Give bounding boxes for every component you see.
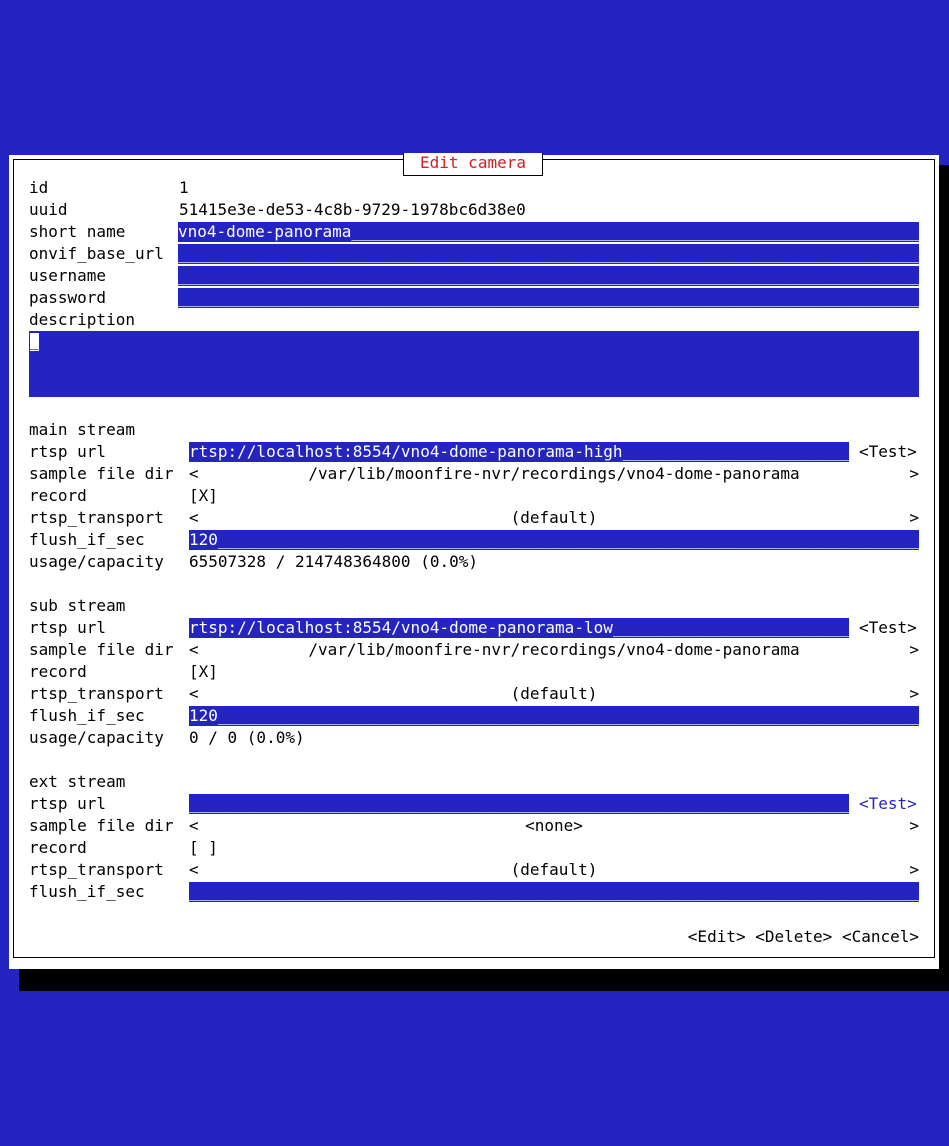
rtsp-url-label: rtsp url: [29, 794, 107, 813]
flush-if-sec-field[interactable]: 120_____________________________________…: [189, 706, 919, 727]
flush-if-sec-label: flush_if_sec: [29, 530, 145, 549]
test-button[interactable]: <Test>: [859, 441, 917, 463]
record-label: record: [29, 838, 87, 857]
rtsp-url-field[interactable]: rtsp://localhost:8554/vno4-dome-panorama…: [189, 442, 849, 463]
sample-file-dir-label: sample file dir: [29, 640, 174, 659]
edit-button[interactable]: <Edit>: [688, 927, 746, 946]
field-padding: ________________________________________…: [178, 288, 919, 307]
onvif-base-url-label: onvif_base_url: [29, 244, 164, 263]
cancel-button[interactable]: <Cancel>: [842, 927, 919, 946]
test-button[interactable]: <Test>: [859, 617, 917, 639]
field-padding: ________________________________________…: [217, 706, 919, 725]
rtsp-transport-value: (default): [510, 684, 598, 703]
password-field[interactable]: ________________________________________…: [178, 288, 919, 309]
flush-if-sec-label: flush_if_sec: [29, 706, 145, 725]
rtsp-transport-label: rtsp_transport: [29, 860, 164, 879]
field-padding: ________________________________________…: [178, 244, 919, 263]
field-value: 120: [189, 706, 218, 725]
uuid-value: 51415e3e-de53-4c8b-9729-1978bc6d38e0: [179, 200, 526, 219]
usage-capacity-label: usage/capacity: [29, 552, 164, 571]
rtsp-transport-value: (default): [510, 860, 598, 879]
sample-file-dir-value: /var/lib/moonfire-nvr/recordings/vno4-do…: [308, 464, 800, 483]
field-padding: ________________________________________…: [622, 442, 849, 461]
uuid-label: uuid: [29, 200, 68, 219]
rtsp-url-label: rtsp url: [29, 618, 107, 637]
sample-file-dir-label: sample file dir: [29, 816, 174, 835]
sample-file-dir-select[interactable]: </var/lib/moonfire-nvr/recordings/vno4-d…: [189, 639, 919, 661]
usage-capacity-value: 65507328 / 214748364800 (0.0%): [189, 552, 478, 571]
field-value: rtsp://localhost:8554/vno4-dome-panorama…: [189, 618, 613, 637]
description-label: description: [29, 310, 135, 329]
sample-file-dir-label: sample file dir: [29, 464, 174, 483]
description-textarea[interactable]: _: [29, 331, 919, 397]
dialog-title: Edit camera: [403, 153, 543, 176]
sample-file-dir-value: /var/lib/moonfire-nvr/recordings/vno4-do…: [308, 640, 800, 659]
password-label: password: [29, 288, 107, 307]
rtsp-transport-select[interactable]: < (default) >: [189, 507, 919, 529]
dialog-buttons: <Edit> <Delete> <Cancel>: [688, 926, 919, 948]
field-value: 120: [189, 530, 218, 549]
rtsp-url-field[interactable]: ________________________________________…: [189, 794, 849, 815]
flush-if-sec-field[interactable]: 120_____________________________________…: [189, 530, 919, 551]
stream-heading: sub stream: [29, 596, 126, 615]
next-arrow[interactable]: >: [909, 463, 919, 485]
field-padding: ________________________________________…: [217, 530, 919, 549]
sample-file-dir-value: <none>: [525, 816, 583, 835]
username-label: username: [29, 266, 107, 285]
next-arrow[interactable]: >: [909, 683, 919, 705]
id-label: id: [29, 178, 49, 197]
next-arrow[interactable]: >: [909, 639, 919, 661]
usage-capacity-label: usage/capacity: [29, 728, 164, 747]
field-value: rtsp://localhost:8554/vno4-dome-panorama…: [189, 442, 623, 461]
next-arrow[interactable]: >: [909, 859, 919, 881]
next-arrow[interactable]: >: [909, 815, 919, 837]
rtsp-transport-select[interactable]: < (default) >: [189, 683, 919, 705]
record-checkbox[interactable]: [X]: [189, 661, 218, 683]
record-checkbox[interactable]: [ ]: [189, 837, 218, 859]
rtsp-transport-value: (default): [510, 508, 598, 527]
onvif-base-url-field[interactable]: ________________________________________…: [178, 244, 919, 265]
rtsp-url-label: rtsp url: [29, 442, 107, 461]
rtsp-url-field[interactable]: rtsp://localhost:8554/vno4-dome-panorama…: [189, 618, 849, 639]
field-padding: ________________________________________…: [189, 882, 919, 901]
field-padding: ________________________________________…: [189, 794, 849, 813]
test-button[interactable]: <Test>: [859, 793, 917, 815]
rtsp-transport-label: rtsp_transport: [29, 684, 164, 703]
field-padding: ________________________________________…: [178, 266, 919, 285]
text-cursor: _: [30, 333, 39, 351]
flush-if-sec-label: flush_if_sec: [29, 882, 145, 901]
flush-if-sec-field[interactable]: ________________________________________…: [189, 882, 919, 903]
edit-camera-dialog: Edit camera id 1 uuid 51415e3e-de53-4c8b…: [9, 153, 939, 969]
id-value: 1: [179, 178, 189, 197]
next-arrow[interactable]: >: [909, 507, 919, 529]
field-padding: ________________________________________…: [612, 618, 849, 637]
username-field[interactable]: ________________________________________…: [178, 266, 919, 287]
short-name-field[interactable]: vno4-dome-panorama______________________…: [178, 222, 919, 243]
field-padding: ________________________________________…: [351, 222, 919, 241]
record-label: record: [29, 662, 87, 681]
short-name-label: short name: [29, 222, 126, 241]
field-value: vno4-dome-panorama: [178, 222, 352, 241]
record-label: record: [29, 486, 87, 505]
sample-file-dir-select[interactable]: < <none> >: [189, 815, 919, 837]
sample-file-dir-select[interactable]: </var/lib/moonfire-nvr/recordings/vno4-d…: [189, 463, 919, 485]
record-checkbox[interactable]: [X]: [189, 485, 218, 507]
usage-capacity-value: 0 / 0 (0.0%): [189, 728, 305, 747]
stream-heading: main stream: [29, 420, 135, 439]
rtsp-transport-label: rtsp_transport: [29, 508, 164, 527]
stream-heading: ext stream: [29, 772, 126, 791]
delete-button[interactable]: <Delete>: [755, 927, 832, 946]
rtsp-transport-select[interactable]: < (default) >: [189, 859, 919, 881]
